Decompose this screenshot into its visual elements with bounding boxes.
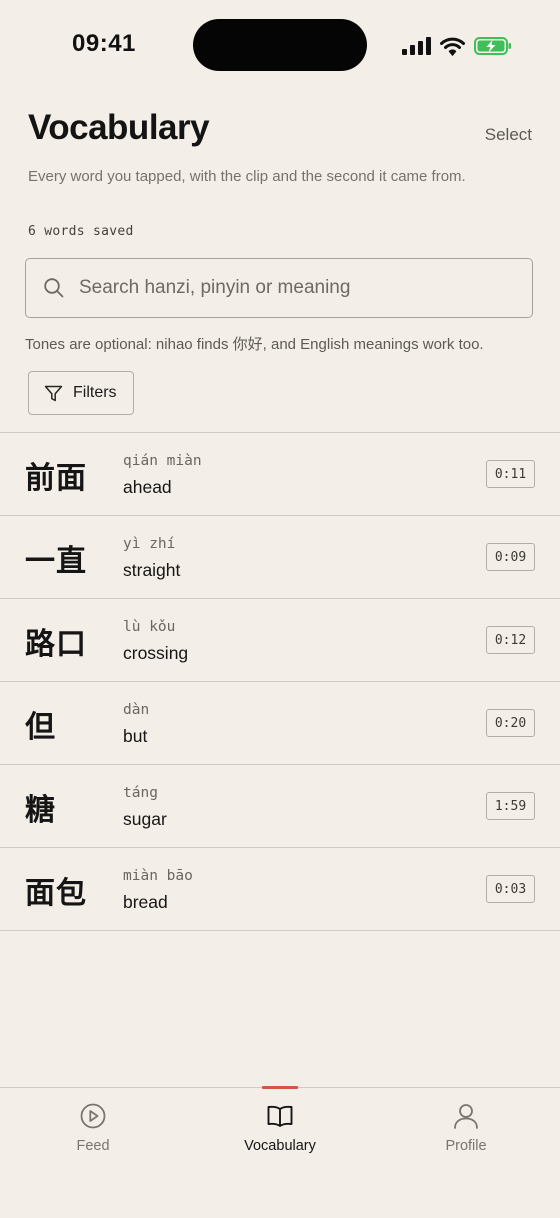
tab-vocabulary[interactable]: Vocabulary xyxy=(187,1086,373,1178)
clip-timestamp-button[interactable]: 0:12 xyxy=(486,626,535,654)
word-pinyin: qián miàn xyxy=(123,453,202,469)
clip-timestamp-button[interactable]: 0:11 xyxy=(486,460,535,488)
tab-bar: Feed Vocabulary Profile xyxy=(0,1086,560,1218)
saved-count: 6 words saved xyxy=(28,224,134,239)
filter-icon xyxy=(44,385,63,401)
book-open-icon xyxy=(267,1105,293,1127)
word-hanzi: 糖 xyxy=(25,793,56,828)
select-button[interactable]: Select xyxy=(485,125,532,145)
word-pinyin: miàn bāo xyxy=(123,868,193,884)
page-subtitle: Every word you tapped, with the clip and… xyxy=(28,168,466,185)
search-hint: Tones are optional: nihao finds 你好, and … xyxy=(25,336,484,353)
word-row[interactable]: 但 dàn but 0:20 xyxy=(0,682,560,765)
play-circle-icon xyxy=(80,1103,106,1129)
page-title: Vocabulary xyxy=(28,108,210,147)
word-row[interactable]: 前面 qián miàn ahead 0:11 xyxy=(0,433,560,516)
word-pinyin: dàn xyxy=(123,702,150,718)
word-row[interactable]: 面包 miàn bāo bread 0:03 xyxy=(0,848,560,931)
cellular-signal-icon xyxy=(402,37,431,55)
word-list: 前面 qián miàn ahead 0:11 一直 yì zhí straig… xyxy=(0,432,560,931)
status-bar: 09:41 xyxy=(0,0,560,90)
tab-label: Feed xyxy=(76,1138,110,1154)
word-pinyin: táng xyxy=(123,785,158,801)
clip-timestamp-button[interactable]: 0:03 xyxy=(486,875,535,903)
dynamic-island xyxy=(193,19,367,71)
wifi-icon xyxy=(440,37,465,56)
word-meaning: ahead xyxy=(123,477,172,497)
status-time: 09:41 xyxy=(72,30,136,57)
word-meaning: sugar xyxy=(123,809,167,829)
active-tab-indicator xyxy=(262,1086,298,1089)
search-input[interactable] xyxy=(79,277,499,299)
word-row[interactable]: 糖 táng sugar 1:59 xyxy=(0,765,560,848)
word-hanzi: 面包 xyxy=(25,876,87,911)
user-icon xyxy=(454,1104,478,1129)
tab-feed[interactable]: Feed xyxy=(0,1088,186,1178)
battery-charging-icon xyxy=(474,37,511,55)
word-meaning: but xyxy=(123,726,148,746)
word-row[interactable]: 路口 lù kǒu crossing 0:12 xyxy=(0,599,560,682)
clip-timestamp-button[interactable]: 0:09 xyxy=(486,543,535,571)
clip-timestamp-button[interactable]: 1:59 xyxy=(486,792,535,820)
filters-button[interactable]: Filters xyxy=(28,371,134,415)
search-box[interactable] xyxy=(25,258,533,318)
word-meaning: crossing xyxy=(123,643,189,663)
tab-label: Vocabulary xyxy=(244,1138,316,1154)
word-meaning: bread xyxy=(123,892,168,912)
word-pinyin: yì zhí xyxy=(123,536,176,552)
filters-label: Filters xyxy=(73,384,117,401)
word-row[interactable]: 一直 yì zhí straight 0:09 xyxy=(0,516,560,599)
clip-timestamp-button[interactable]: 0:20 xyxy=(486,709,535,737)
word-hanzi: 前面 xyxy=(25,461,87,496)
status-icons xyxy=(402,34,512,58)
tab-profile[interactable]: Profile xyxy=(373,1088,559,1178)
word-hanzi: 但 xyxy=(25,710,56,745)
word-meaning: straight xyxy=(123,560,181,580)
tab-label: Profile xyxy=(445,1138,487,1154)
search-icon xyxy=(44,278,64,298)
word-pinyin: lù kǒu xyxy=(123,619,176,635)
word-hanzi: 一直 xyxy=(25,544,87,579)
word-hanzi: 路口 xyxy=(25,627,87,662)
